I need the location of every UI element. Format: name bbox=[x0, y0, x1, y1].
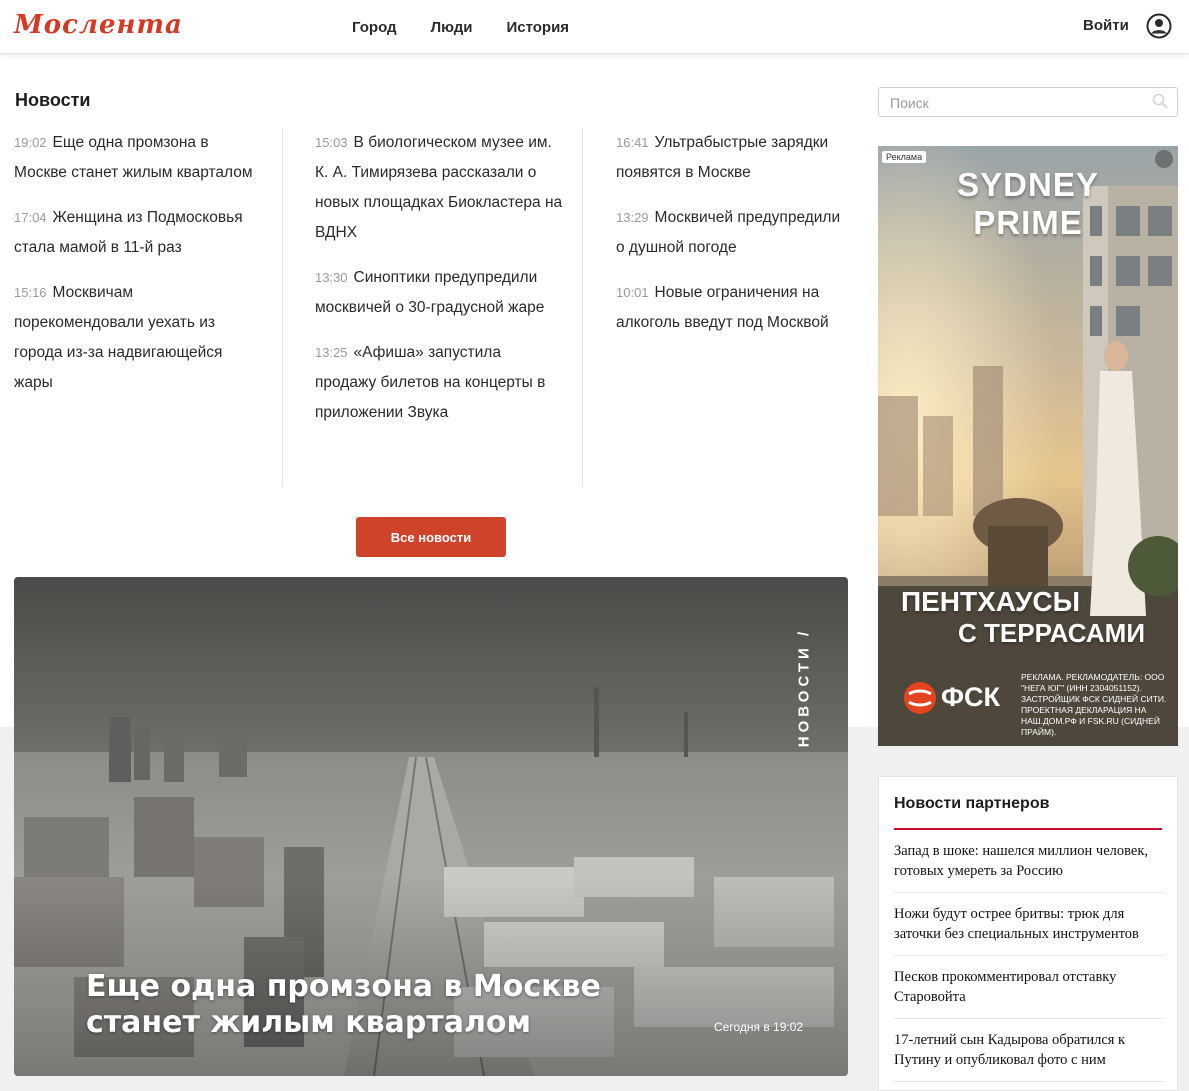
news-time: 13:30 bbox=[315, 270, 348, 285]
news-section-title: Новости bbox=[15, 90, 91, 110]
ad-brand: SYDNEY PRIME bbox=[957, 166, 1099, 241]
news-column: 15:03 В биологическом музее им. К. А. Тим… bbox=[315, 128, 565, 443]
news-title: Синоптики предупредили москвичей о 30-гр… bbox=[315, 269, 545, 316]
user-icon[interactable] bbox=[1146, 13, 1172, 39]
partner-news-title: Ножи будут острее бритвы: трюк для заточ… bbox=[894, 906, 1139, 942]
hero-rubric-label: НОВОСТИ / bbox=[795, 627, 813, 748]
ad-headline-1: ПЕНТХАУСЫ bbox=[901, 586, 1081, 617]
partner-news-title: Песков прокомментировал отставку Старово… bbox=[894, 969, 1117, 1005]
news-item[interactable]: 15:03 В биологическом музее им. К. А. Тим… bbox=[315, 128, 565, 248]
site-logo[interactable]: Мослента bbox=[14, 10, 210, 40]
news-item[interactable]: 19:02 Еще одна промзона в Москве станет ж… bbox=[14, 128, 264, 188]
fsk-logo-icon bbox=[904, 682, 936, 714]
news-title: Еще одна промзона в Москве станет жилым … bbox=[14, 134, 253, 181]
partner-news-item[interactable]: 17-летний сын Кадырова обратился к Путин… bbox=[894, 1030, 1164, 1082]
ad-label: Реклама bbox=[882, 151, 927, 163]
news-item[interactable]: 10:01 Новые ограничения на алкоголь введу… bbox=[616, 278, 852, 338]
news-time: 15:16 bbox=[14, 285, 47, 300]
news-time: 16:41 bbox=[616, 135, 649, 150]
partners-title: Новости партнеров bbox=[894, 795, 1050, 812]
ad-legal-text: РЕКЛАМА. РЕКЛАМОДАТЕЛЬ: ООО "НЕГА ЮГ" (И… bbox=[1021, 672, 1167, 737]
hero-rubric[interactable]: НОВОСТИ / bbox=[794, 619, 814, 759]
news-time: 10:01 bbox=[616, 285, 649, 300]
partner-news-item[interactable]: Песков прокомментировал отставку Старово… bbox=[894, 967, 1164, 1019]
news-item[interactable]: 13:25 «Афиша» запустила продажу билетов н… bbox=[315, 338, 565, 428]
nav-item-city[interactable]: Город bbox=[352, 19, 397, 36]
search-box bbox=[878, 87, 1178, 117]
news-time: 15:03 bbox=[315, 135, 348, 150]
news-title: Москвичей предупредили о душной погоде bbox=[616, 209, 841, 256]
search-input[interactable] bbox=[890, 93, 1140, 113]
column-divider bbox=[282, 128, 283, 486]
site-header: Мослента Город Люди История Войти bbox=[0, 0, 1189, 54]
news-item[interactable]: 15:16 Москвичам порекомендовали уехать из… bbox=[14, 278, 264, 398]
news-title: Москвичам порекомендовали уехать из горо… bbox=[14, 284, 223, 391]
partner-news-item[interactable]: Запад в шоке: нашелся миллион человек, г… bbox=[894, 841, 1164, 893]
partners-list: Запад в шоке: нашелся миллион человек, г… bbox=[894, 841, 1164, 1091]
login-link[interactable]: Войти bbox=[1083, 17, 1129, 34]
ad-headline-2: С ТЕРРАСАМИ bbox=[958, 618, 1146, 648]
nav-item-history[interactable]: История bbox=[506, 19, 569, 36]
column-divider bbox=[582, 128, 583, 486]
hero-title[interactable]: Еще одна промзона в Москве станет жилым … bbox=[86, 969, 646, 1041]
news-title: Женщина из Подмосковья стала мамой в 11-… bbox=[14, 209, 243, 256]
news-column: 16:41 Ультрабыстрые зарядки появятся в Мо… bbox=[616, 128, 852, 353]
partner-news-widget: Новости партнеров Запад в шоке: нашелся … bbox=[878, 776, 1178, 1091]
news-time: 17:04 bbox=[14, 210, 47, 225]
search-icon[interactable] bbox=[1152, 93, 1168, 109]
logo-text: Мослента bbox=[14, 10, 183, 40]
partner-news-title: 17-летний сын Кадырова обратился к Путин… bbox=[894, 1032, 1126, 1068]
news-title: В биологическом музее им. К. А. Тимирязе… bbox=[315, 134, 563, 241]
ad-company: ФСК bbox=[941, 682, 1001, 712]
all-news-button[interactable]: Все новости bbox=[356, 517, 506, 557]
hero-article[interactable]: НОВОСТИ / Еще одна промзона в Москве ста… bbox=[14, 577, 848, 1076]
partners-divider bbox=[894, 828, 1162, 830]
news-time: 19:02 bbox=[14, 135, 47, 150]
more-icon[interactable] bbox=[1155, 150, 1173, 168]
news-time: 13:29 bbox=[616, 210, 649, 225]
partner-news-title: Запад в шоке: нашелся миллион человек, г… bbox=[894, 843, 1149, 879]
hero-date: Сегодня в 19:02 bbox=[714, 1020, 804, 1034]
news-title: «Афиша» запустила продажу билетов на кон… bbox=[315, 344, 546, 421]
news-item[interactable]: 16:41 Ультрабыстрые зарядки появятся в Мо… bbox=[616, 128, 852, 188]
news-item[interactable]: 13:29 Москвичей предупредили о душной пог… bbox=[616, 203, 852, 263]
news-item[interactable]: 17:04 Женщина из Подмосковья стала мамой … bbox=[14, 203, 264, 263]
news-column: 19:02 Еще одна промзона в Москве станет ж… bbox=[14, 128, 264, 413]
main-nav: Город Люди История bbox=[352, 19, 569, 36]
news-time: 13:25 bbox=[315, 345, 348, 360]
nav-item-people[interactable]: Люди bbox=[431, 19, 473, 36]
news-item[interactable]: 13:30 Синоптики предупредили москвичей о … bbox=[315, 263, 565, 323]
partner-news-item[interactable]: Ножи будут острее бритвы: трюк для заточ… bbox=[894, 904, 1164, 956]
ad-banner[interactable]: Реклама SYDNEY PRIME ПЕНТХАУСЫ С ТЕРРАСА… bbox=[878, 146, 1178, 746]
